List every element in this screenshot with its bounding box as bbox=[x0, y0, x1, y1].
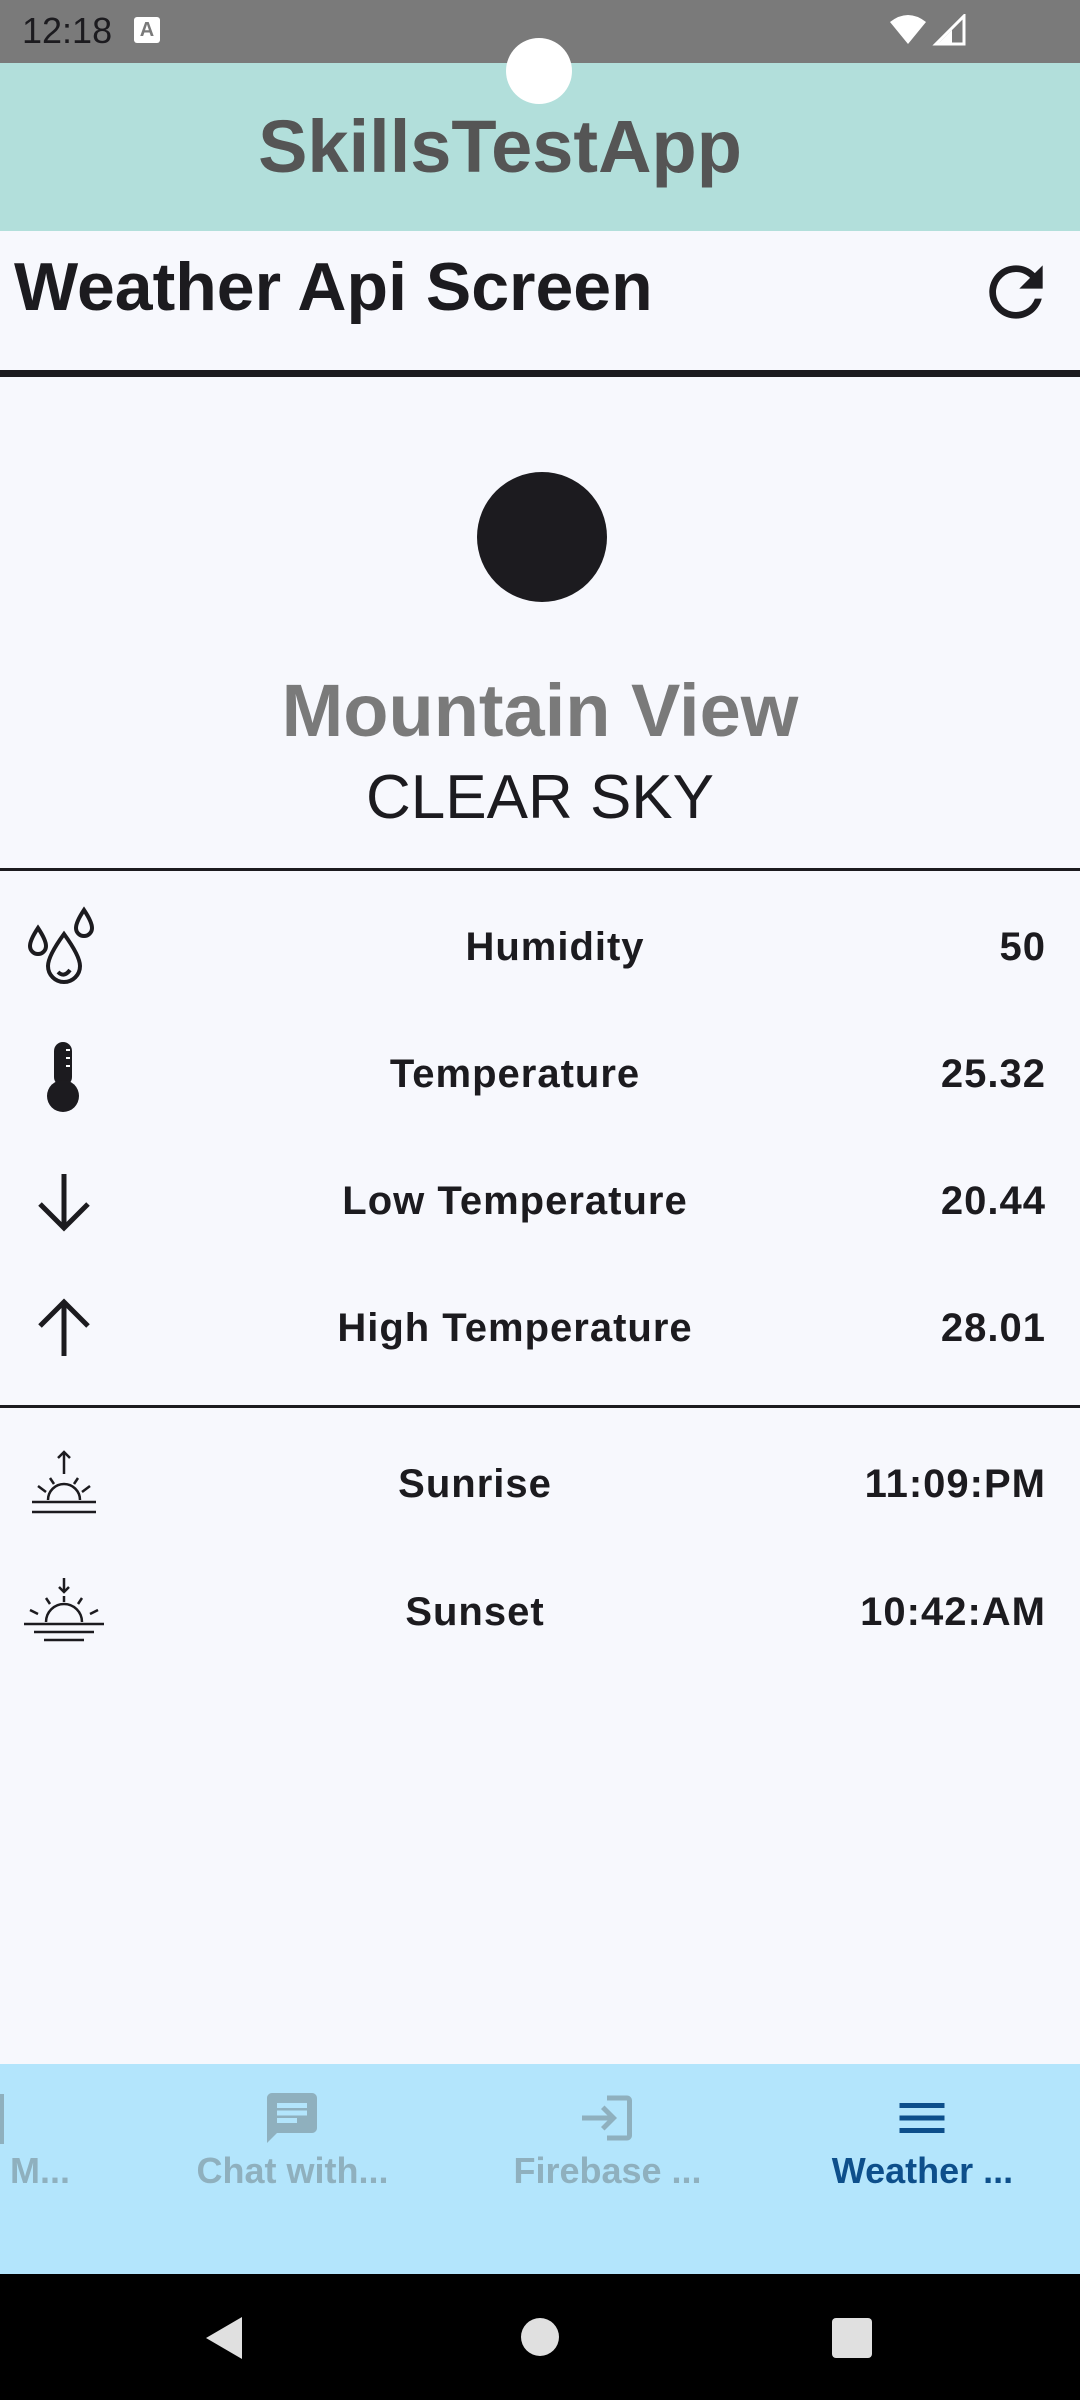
nav-item-chat[interactable]: Chat with... bbox=[170, 2064, 415, 2274]
sun-value-sunset: 10:42:AM bbox=[860, 1590, 1046, 1634]
sunrise-icon bbox=[22, 1442, 106, 1526]
camera-cutout bbox=[506, 38, 572, 104]
nav-label-chat: Chat with... bbox=[196, 2150, 389, 2191]
header-divider bbox=[0, 370, 1080, 377]
water-drops-icon bbox=[22, 906, 106, 990]
menu-icon bbox=[899, 2103, 945, 2133]
sun-value-sunrise: 11:09:PM bbox=[864, 1462, 1046, 1506]
sunset-icon bbox=[22, 1570, 106, 1654]
stat-value-low-temperature: 20.44 bbox=[940, 1179, 1046, 1223]
notification-icon: A bbox=[134, 17, 160, 43]
login-icon bbox=[582, 2095, 632, 2141]
sun-label-sunset: Sunset bbox=[405, 1590, 545, 1634]
stat-value-humidity: 50 bbox=[999, 925, 1046, 969]
refresh-icon[interactable] bbox=[976, 252, 1056, 332]
stat-value-temperature: 25.32 bbox=[940, 1052, 1046, 1096]
chat-icon bbox=[267, 2093, 317, 2143]
app-title: SkillsTestApp bbox=[258, 105, 742, 188]
screen-title: Weather Api Screen bbox=[14, 249, 653, 325]
section-divider bbox=[0, 868, 1080, 871]
nav-item-partial[interactable]: M... bbox=[0, 2064, 80, 2274]
section-divider bbox=[0, 1405, 1080, 1408]
nav-label-partial: M... bbox=[10, 2150, 70, 2191]
back-icon[interactable] bbox=[202, 2315, 246, 2361]
city-name: Mountain View bbox=[281, 669, 799, 752]
partial-icon bbox=[0, 2094, 4, 2144]
status-time: 12:18 bbox=[22, 10, 113, 51]
weather-condition-icon bbox=[477, 472, 607, 602]
thermometer-icon bbox=[22, 1034, 106, 1118]
arrow-up-icon bbox=[22, 1286, 106, 1370]
arrow-down-icon bbox=[22, 1160, 106, 1244]
nav-label-weather: Weather ... bbox=[831, 2150, 1014, 2191]
stat-label-high-temperature: High Temperature bbox=[337, 1306, 693, 1350]
signal-icon bbox=[932, 14, 966, 46]
weather-condition: CLEAR SKY bbox=[365, 763, 715, 832]
wifi-icon bbox=[890, 15, 926, 44]
nav-label-firebase: Firebase ... bbox=[513, 2150, 702, 2191]
stat-label-temperature: Temperature bbox=[389, 1052, 641, 1096]
stat-value-high-temperature: 28.01 bbox=[940, 1306, 1046, 1350]
sun-label-sunrise: Sunrise bbox=[398, 1462, 552, 1506]
nav-item-weather[interactable]: Weather ... bbox=[800, 2064, 1045, 2274]
stat-label-low-temperature: Low Temperature bbox=[342, 1179, 688, 1223]
stat-label-humidity: Humidity bbox=[465, 925, 645, 969]
nav-item-firebase[interactable]: Firebase ... bbox=[485, 2064, 730, 2274]
home-icon[interactable] bbox=[521, 2318, 559, 2356]
recents-icon[interactable] bbox=[832, 2318, 872, 2358]
